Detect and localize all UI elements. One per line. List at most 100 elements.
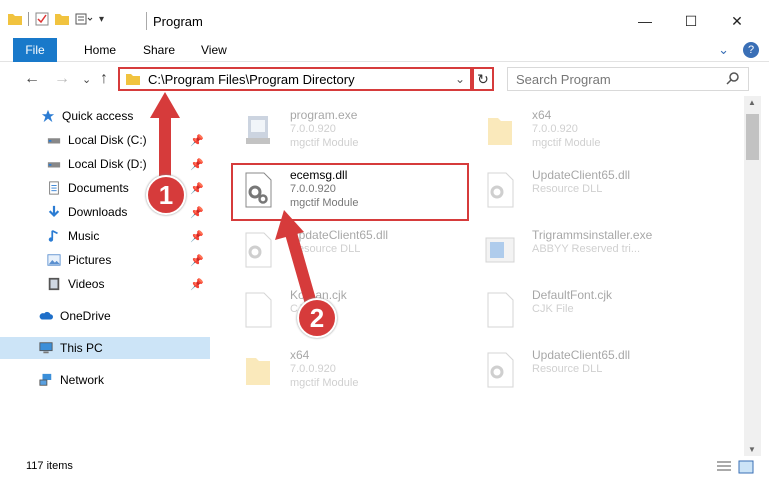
recent-locations-button[interactable]: ⌄ — [82, 73, 91, 86]
pin-icon[interactable]: 📌 — [190, 158, 204, 171]
pin-icon[interactable]: 📌 — [190, 230, 204, 243]
pin-icon[interactable]: 📌 — [190, 254, 204, 267]
tab-view[interactable]: View — [189, 38, 239, 62]
tab-home[interactable]: Home — [72, 38, 128, 62]
file-name: x64 — [290, 348, 310, 362]
qat-dropdown-icon[interactable]: ▾ — [99, 14, 104, 25]
pin-icon[interactable]: 📌 — [190, 182, 204, 195]
minimize-button[interactable]: — — [622, 8, 668, 34]
customize-icon[interactable] — [75, 12, 93, 26]
music-icon — [48, 229, 58, 242]
vertical-scrollbar[interactable]: ▲ ▼ — [744, 96, 761, 456]
documents-icon — [49, 181, 59, 195]
title-bar: ▾ Program — ☐ ✕ — [0, 0, 769, 38]
tab-file[interactable]: File — [13, 38, 57, 62]
close-button[interactable]: ✕ — [714, 8, 760, 34]
file-description: mgctif Module — [532, 137, 601, 149]
file-description: Resource DLL — [532, 363, 603, 375]
file-name: x64 — [532, 108, 552, 122]
highlight-box — [231, 163, 469, 221]
file-item[interactable]: DefaultFont.cjk CJK File — [476, 284, 706, 332]
file-description: mgctif Module — [290, 377, 359, 389]
file-icon — [487, 292, 514, 328]
file-icon — [245, 292, 272, 328]
large-icons-view-icon[interactable] — [738, 460, 754, 474]
sidebar-item-onedrive[interactable]: OneDrive — [0, 305, 210, 327]
file-item[interactable]: UpdateClient65.dll Resource DLL — [476, 344, 706, 392]
sidebar-item-label: Music — [68, 229, 100, 243]
scroll-up-icon[interactable]: ▲ — [748, 98, 756, 107]
sidebar-item-label: Videos — [68, 277, 105, 291]
sidebar-item-label: OneDrive — [60, 309, 111, 323]
computer-icon — [39, 342, 53, 354]
pictures-icon — [47, 254, 61, 266]
address-dropdown-icon[interactable]: ⌄ — [455, 72, 465, 86]
pin-icon[interactable]: 📌 — [190, 134, 204, 147]
drive-icon — [47, 138, 61, 144]
navigation-bar: ← → ⌄ ↑ C:\Program Files\Program Directo… — [0, 63, 769, 96]
file-item[interactable]: program.exe 7.0.0.920 mgctif Module — [234, 104, 464, 152]
sidebar-item-label: Local Disk (C:) — [68, 133, 147, 147]
file-item[interactable]: Trigrammsinstaller.exe ABBYY Reserved tr… — [476, 224, 706, 272]
sidebar-item-local-disk-c[interactable]: Local Disk (C:) 📌 — [0, 129, 210, 151]
new-folder-icon[interactable] — [55, 13, 69, 25]
sidebar-item-this-pc[interactable]: This PC — [0, 337, 210, 359]
drive-icon — [47, 162, 61, 168]
navigation-pane: Quick access Local Disk (C:) 📌 Local Dis… — [0, 96, 210, 456]
search-icon[interactable] — [726, 71, 740, 85]
sidebar-item-label: Downloads — [68, 205, 128, 219]
sidebar-item-videos[interactable]: Videos 📌 — [0, 273, 210, 295]
details-view-icon[interactable] — [716, 460, 732, 474]
file-item[interactable]: Korean.cjk CJK File — [234, 284, 464, 332]
search-input[interactable]: Search Program — [507, 67, 749, 91]
file-description: CJK File — [532, 303, 574, 315]
pin-icon[interactable]: 📌 — [190, 206, 204, 219]
sidebar-item-quick-access[interactable]: Quick access — [0, 105, 210, 127]
refresh-button[interactable]: ↻ — [472, 67, 494, 91]
ribbon-controls: ⌄ ? — [718, 42, 759, 58]
file-item[interactable]: UpdateClient65.dll Resource DLL — [476, 164, 706, 212]
folder-icon — [126, 74, 140, 85]
file-name: DefaultFont.cjk — [532, 288, 613, 302]
sidebar-item-network[interactable]: Network — [0, 369, 210, 391]
file-version: 7.0.0.920 — [290, 123, 336, 135]
sidebar-item-label: Local Disk (D:) — [68, 157, 147, 171]
help-icon[interactable]: ? — [743, 42, 759, 58]
file-version: 7.0.0.920 — [532, 123, 578, 135]
star-icon — [41, 109, 55, 123]
window-title: Program — [153, 14, 203, 29]
videos-icon — [48, 277, 60, 291]
ribbon-collapse-icon[interactable]: ⌄ — [718, 42, 729, 58]
file-version: 7.0.0.920 — [290, 363, 336, 375]
network-icon — [39, 373, 52, 386]
file-item[interactable]: x64 7.0.0.920 mgctif Module — [476, 104, 706, 152]
scroll-down-icon[interactable]: ▼ — [748, 445, 756, 454]
item-count: 117 items — [26, 460, 73, 472]
quick-access-toolbar: ▾ — [8, 12, 104, 26]
sidebar-item-label: This PC — [60, 341, 103, 355]
file-name: UpdateClient65.dll — [532, 168, 631, 182]
tab-share[interactable]: Share — [131, 38, 187, 62]
address-bar[interactable]: C:\Program Files\Program Directory ⌄ — [118, 67, 472, 91]
sidebar-item-music[interactable]: Music 📌 — [0, 225, 210, 247]
search-placeholder: Search Program — [516, 71, 611, 87]
properties-icon[interactable] — [35, 12, 49, 26]
back-button[interactable]: ← — [24, 70, 40, 88]
forward-button[interactable]: → — [54, 70, 70, 88]
up-button[interactable]: ↑ — [100, 70, 108, 88]
file-item[interactable]: x64 7.0.0.920 mgctif Module — [234, 344, 464, 392]
maximize-button[interactable]: ☐ — [668, 8, 714, 34]
sidebar-item-pictures[interactable]: Pictures 📌 — [0, 249, 210, 271]
address-path[interactable]: C:\Program Files\Program Directory — [148, 72, 355, 87]
file-description: Resource DLL — [532, 183, 603, 195]
file-item[interactable]: UpdateClient65.dll Resource DLL — [234, 224, 464, 272]
sidebar-item-local-disk-d[interactable]: Local Disk (D:) 📌 — [0, 153, 210, 175]
file-name: program.exe — [290, 108, 358, 122]
pin-icon[interactable]: 📌 — [190, 278, 204, 291]
scrollbar-thumb[interactable] — [746, 114, 759, 160]
folder-icon — [246, 358, 270, 385]
toolbar-separator — [28, 12, 29, 26]
ribbon: File Home Share View ⌄ ? — [0, 38, 769, 62]
folder-icon — [488, 118, 512, 145]
folder-icon[interactable] — [8, 13, 22, 25]
